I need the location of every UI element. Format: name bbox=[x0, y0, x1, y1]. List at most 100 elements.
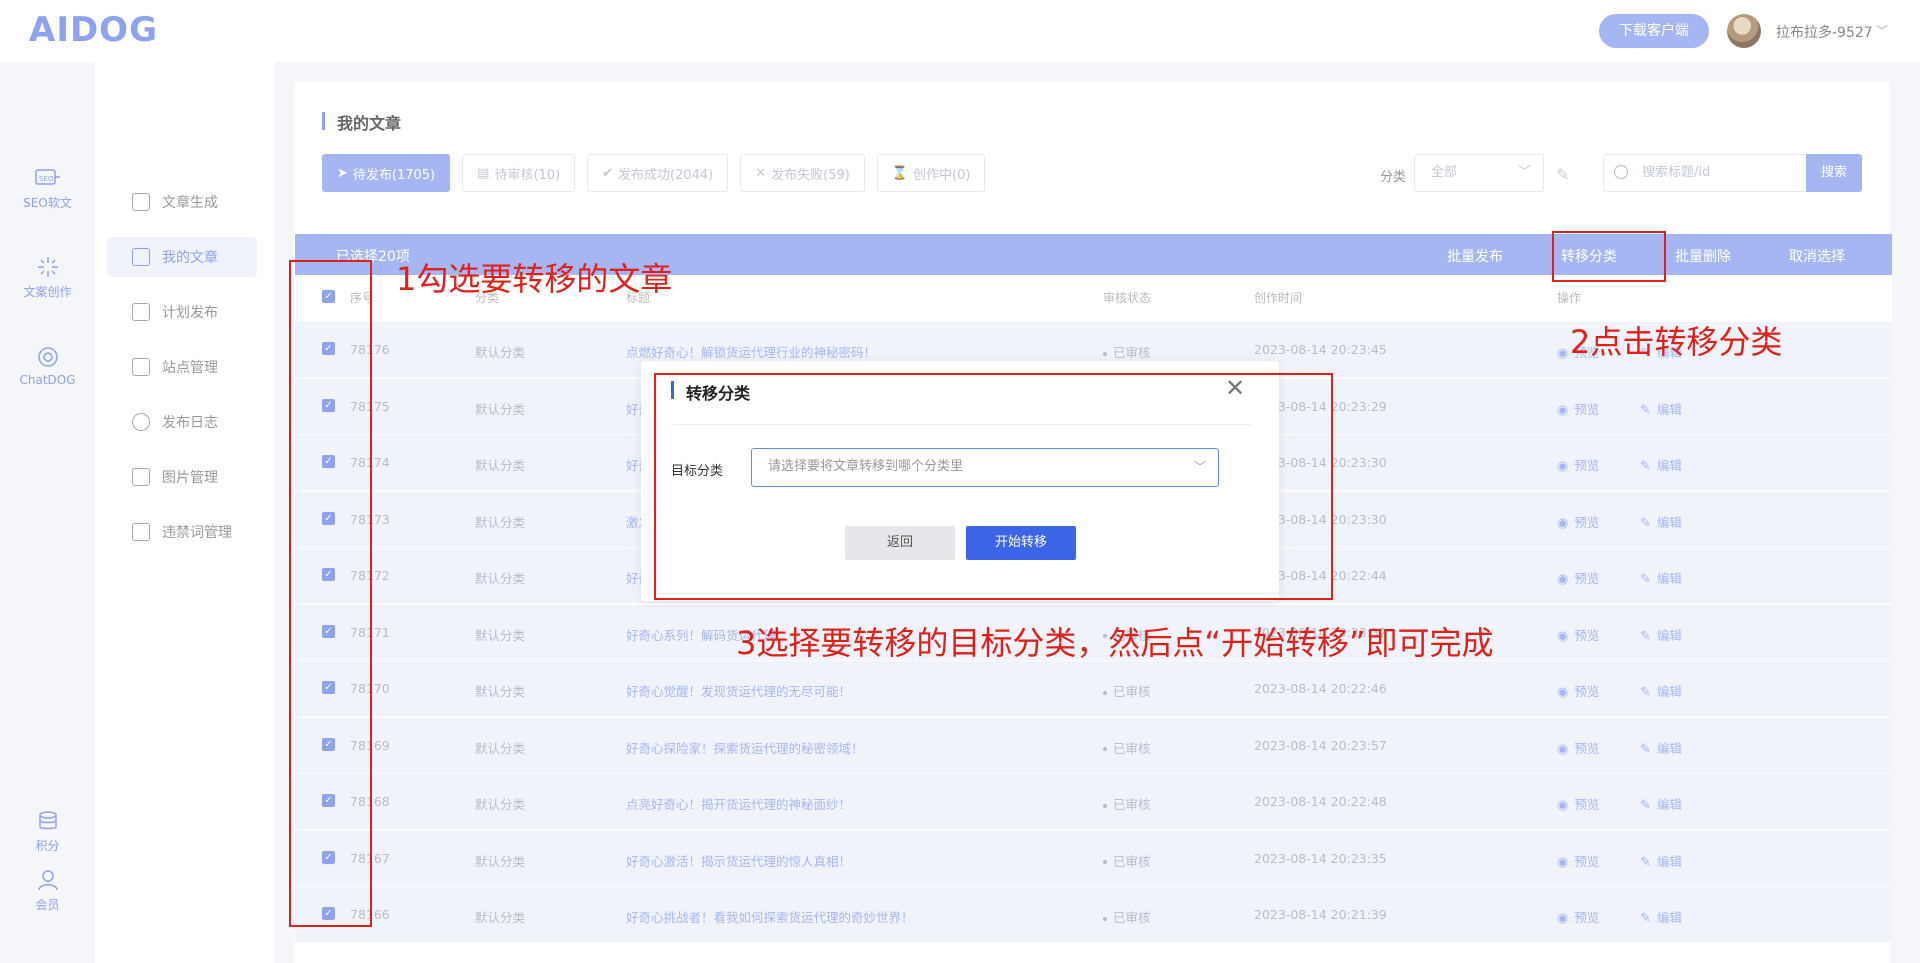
chevron-down-icon[interactable]: ﹀ bbox=[1876, 22, 1888, 39]
row-title-link[interactable]: 好奇心探险家！探索货运代理的秘密领域！ bbox=[626, 738, 864, 757]
row-category: 默认分类 bbox=[475, 910, 526, 925]
edit-label: 编辑 bbox=[1656, 684, 1682, 699]
status-dot-icon bbox=[1103, 351, 1107, 356]
row-title-link[interactable]: 好奇心挑战者！看我如何探索货运代理的奇妙世界！ bbox=[626, 907, 914, 926]
preview-button[interactable]: ◉ 预览 bbox=[1557, 738, 1599, 757]
row-status: 已审核 bbox=[1103, 681, 1151, 700]
edit-button[interactable]: ✎ 编辑 bbox=[1640, 512, 1682, 531]
logo-text: AIDOG bbox=[29, 10, 158, 50]
site-icon bbox=[132, 358, 150, 376]
page-title: 我的文章 bbox=[337, 114, 402, 133]
rail-item-seo[interactable]: SEO SEO软文 bbox=[0, 166, 95, 211]
user-icon bbox=[37, 870, 58, 891]
edit-label: 编辑 bbox=[1656, 458, 1682, 473]
category-filter-select[interactable]: 全部 ﹀ bbox=[1414, 154, 1544, 192]
row-title-link[interactable]: 点亮好奇心！揭开货运代理的神秘面纱！ bbox=[626, 794, 851, 813]
row-category: 默认分类 bbox=[475, 571, 526, 586]
batch-publish-button[interactable]: 批量发布 bbox=[1447, 246, 1503, 266]
edit-button[interactable]: ✎ 编辑 bbox=[1640, 794, 1682, 813]
tab-pending-review[interactable]: ▤ 待审核(10) bbox=[462, 154, 576, 192]
sidebar-item-label: 违禁词管理 bbox=[162, 525, 232, 541]
pencil-icon: ✎ bbox=[1640, 685, 1651, 700]
sidebar-item-scheduled-publish[interactable]: 计划发布 bbox=[107, 292, 257, 332]
download-client-button[interactable]: 下载客户端 bbox=[1599, 14, 1709, 48]
edit-button[interactable]: ✎ 编辑 bbox=[1640, 738, 1682, 757]
rail-item-member[interactable]: 会员 bbox=[0, 868, 95, 913]
row-status-text: 已审核 bbox=[1113, 797, 1151, 812]
hourglass-icon: ⌛ bbox=[891, 165, 909, 181]
row-time: 2023-08-14 20:23:45 bbox=[1254, 342, 1387, 357]
search-button[interactable]: 搜索 bbox=[1806, 154, 1862, 192]
tab-label: 待发布(1705) bbox=[352, 167, 436, 183]
username[interactable]: 拉布拉多-9527 bbox=[1776, 22, 1873, 42]
sparkle-icon bbox=[37, 257, 58, 277]
preview-button[interactable]: ◉ 预览 bbox=[1557, 455, 1599, 474]
preview-button[interactable]: ◉ 预览 bbox=[1557, 625, 1599, 644]
top-header: AIDOG 下载客户端 拉布拉多-9527 ﹀ bbox=[0, 0, 1920, 62]
cancel-selection-button[interactable]: 取消选择 bbox=[1789, 246, 1845, 266]
preview-button[interactable]: ◉ 预览 bbox=[1557, 681, 1599, 700]
preview-button[interactable]: ◉ 预览 bbox=[1557, 568, 1599, 587]
edit-button[interactable]: ✎ 编辑 bbox=[1640, 399, 1682, 418]
eye-icon: ◉ bbox=[1557, 741, 1569, 757]
edit-button[interactable]: ✎ 编辑 bbox=[1640, 625, 1682, 644]
pencil-icon: ✎ bbox=[1640, 628, 1651, 644]
preview-button[interactable]: ◉ 预览 bbox=[1557, 794, 1599, 813]
edit-category-icon[interactable]: ✎ bbox=[1556, 165, 1569, 184]
row-time: 2023-08-14 20:22:48 bbox=[1254, 794, 1387, 809]
preview-button[interactable]: ◉ 预览 bbox=[1557, 512, 1599, 531]
rail-item-points[interactable]: 积分 bbox=[0, 809, 95, 854]
status-dot-icon bbox=[1103, 690, 1107, 695]
image-icon bbox=[132, 468, 150, 486]
forbidden-icon bbox=[132, 523, 150, 541]
row-category: 默认分类 bbox=[475, 458, 526, 473]
sidebar-item-article-generate[interactable]: 文章生成 bbox=[107, 182, 257, 222]
edit-button[interactable]: ✎ 编辑 bbox=[1640, 681, 1682, 700]
edit-button[interactable]: ✎ 编辑 bbox=[1640, 455, 1682, 474]
tab-publish-success[interactable]: ✔ 发布成功(2044) bbox=[587, 154, 729, 192]
row-status-text: 已审核 bbox=[1113, 684, 1151, 699]
row-title-link[interactable]: 点燃好奇心！解锁货运代理行业的神秘密码！ bbox=[626, 342, 876, 361]
edit-button[interactable]: ✎ 编辑 bbox=[1640, 568, 1682, 587]
sidebar-item-site-management[interactable]: 站点管理 bbox=[107, 347, 257, 387]
preview-button[interactable]: ◉ 预览 bbox=[1557, 907, 1599, 926]
tab-pending-publish[interactable]: ➤ 待发布(1705) bbox=[322, 154, 451, 192]
chevron-down-icon: ﹀ bbox=[1517, 165, 1531, 180]
edit-button[interactable]: ✎ 编辑 bbox=[1640, 907, 1682, 926]
avatar[interactable] bbox=[1727, 14, 1761, 48]
row-title-link[interactable]: 好奇心觉醒！发现货运代理的无尽可能！ bbox=[626, 681, 851, 700]
row-status: 已审核 bbox=[1103, 794, 1151, 813]
row-status-text: 已审核 bbox=[1113, 910, 1151, 925]
edit-button[interactable]: ✎ 编辑 bbox=[1640, 851, 1682, 870]
sidebar-item-forbidden-words[interactable]: 违禁词管理 bbox=[107, 512, 257, 552]
category-filter-label: 分类 bbox=[1380, 170, 1407, 185]
preview-button[interactable]: ◉ 预览 bbox=[1557, 851, 1599, 870]
rail-item-copywriting[interactable]: 文案创作 bbox=[0, 255, 95, 300]
preview-button[interactable]: ◉ 预览 bbox=[1557, 399, 1599, 418]
row-category: 默认分类 bbox=[475, 684, 526, 699]
batch-delete-button[interactable]: 批量删除 bbox=[1675, 246, 1731, 266]
tab-creating[interactable]: ⌛ 创作中(0) bbox=[876, 154, 986, 192]
sidebar-item-my-articles[interactable]: 我的文章 bbox=[107, 237, 257, 277]
sidebar-item-publish-log[interactable]: 发布日志 bbox=[107, 402, 257, 442]
status-dot-icon bbox=[1103, 860, 1107, 864]
eye-icon: ◉ bbox=[1557, 346, 1569, 361]
logo[interactable]: AIDOG bbox=[29, 10, 158, 50]
rail-item-chatdog[interactable]: ChatDOG bbox=[0, 345, 95, 387]
search-input[interactable]: 搜索标题/id bbox=[1603, 154, 1807, 192]
rail-label: 文案创作 bbox=[23, 285, 72, 299]
pencil-icon: ✎ bbox=[1640, 911, 1651, 926]
eye-icon: ◉ bbox=[1557, 515, 1569, 531]
edit-label: 编辑 bbox=[1656, 910, 1682, 925]
tab-publish-failed[interactable]: ✕ 发布失败(59) bbox=[740, 154, 865, 192]
table-row: ✓ 78170 默认分类 好奇心觉醒！发现货运代理的无尽可能！ 已审核 2023-08-1… bbox=[295, 661, 1892, 717]
globe-icon bbox=[132, 413, 150, 431]
sidebar-item-image-management[interactable]: 图片管理 bbox=[107, 457, 257, 497]
sidebar-item-label: 站点管理 bbox=[162, 360, 218, 376]
status-dot-icon bbox=[1103, 803, 1107, 808]
tab-label: 创作中(0) bbox=[913, 167, 971, 183]
row-time: 2023-08-14 20:23:35 bbox=[1254, 850, 1387, 866]
send-icon: ➤ bbox=[337, 165, 348, 181]
row-title-link[interactable]: 好奇心激活！揭示货运代理的惊人真相！ bbox=[626, 851, 851, 870]
database-icon bbox=[38, 811, 57, 830]
